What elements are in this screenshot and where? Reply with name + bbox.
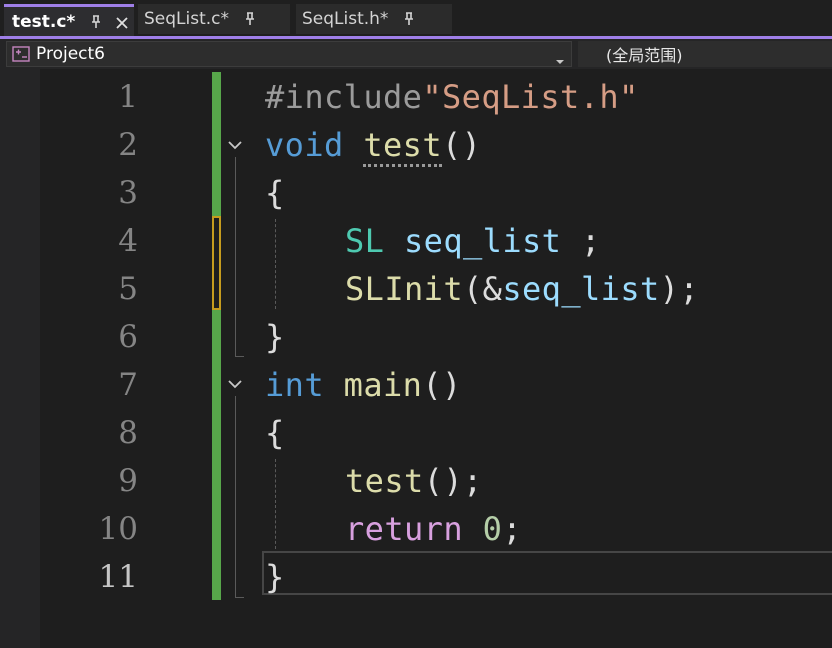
chevron-down-icon[interactable] bbox=[555, 50, 565, 69]
variable-name: seq_list bbox=[502, 270, 660, 308]
punctuation: ; bbox=[502, 510, 523, 548]
scope-label: (全局范围) bbox=[606, 46, 683, 65]
brace: } bbox=[265, 558, 285, 596]
function-name: test bbox=[345, 462, 424, 500]
function-name: main bbox=[343, 366, 423, 404]
document-tab-strip: test.c* SeqList.c* SeqList.h* bbox=[0, 0, 832, 37]
tab-label: SeqList.c* bbox=[144, 9, 230, 29]
fold-region-end bbox=[235, 597, 244, 598]
punctuation: (); bbox=[423, 462, 483, 500]
fold-region-end bbox=[235, 356, 244, 357]
tab-label: SeqList.h* bbox=[302, 9, 389, 29]
variable-name: seq_list bbox=[404, 222, 562, 260]
navigation-bar: Project6 (全局范围) bbox=[0, 39, 832, 69]
line-number: 4 bbox=[118, 223, 138, 259]
fold-collapse-icon[interactable] bbox=[227, 376, 243, 392]
line-number: 3 bbox=[118, 175, 138, 211]
code-line-10: return 0; bbox=[345, 505, 522, 553]
preprocessor-directive: #include bbox=[265, 78, 423, 116]
line-number: 1 bbox=[118, 79, 138, 115]
fold-region-line bbox=[235, 157, 236, 356]
code-line-1: #include"SeqList.h" bbox=[265, 73, 639, 121]
indent-guide bbox=[275, 219, 276, 309]
line-number: 10 bbox=[98, 511, 138, 547]
saved-change-bar bbox=[212, 310, 221, 600]
pin-icon[interactable] bbox=[243, 12, 257, 26]
fold-collapse-icon[interactable] bbox=[227, 137, 243, 153]
pin-icon[interactable] bbox=[402, 12, 416, 26]
punctuation: (& bbox=[463, 270, 503, 308]
tab-seqlist-h[interactable]: SeqList.h* bbox=[296, 4, 452, 34]
code-line-6: } bbox=[265, 313, 285, 361]
saved-change-bar bbox=[212, 72, 221, 216]
scope-dropdown[interactable]: (全局范围) bbox=[578, 41, 832, 67]
code-line-4: SL seq_list ; bbox=[345, 217, 601, 265]
unsaved-change-bar bbox=[212, 216, 221, 310]
code-line-7: int main() bbox=[265, 361, 462, 409]
line-number: 8 bbox=[118, 415, 138, 451]
code-line-8: { bbox=[265, 409, 285, 457]
control-keyword: return bbox=[345, 510, 463, 548]
punctuation: ); bbox=[659, 270, 700, 308]
function-name: test bbox=[363, 126, 443, 167]
code-line-3: { bbox=[265, 169, 285, 217]
line-number: 9 bbox=[118, 463, 138, 499]
punctuation: () bbox=[442, 126, 482, 164]
tab-seqlist-c[interactable]: SeqList.c* bbox=[138, 4, 290, 34]
number-literal: 0 bbox=[482, 510, 503, 548]
line-number-gutter: 1 2 3 4 5 6 7 8 9 10 11 bbox=[40, 69, 210, 648]
punctuation: () bbox=[422, 366, 462, 404]
current-line-highlight bbox=[262, 551, 832, 595]
line-number: 5 bbox=[118, 271, 138, 307]
brace: } bbox=[265, 318, 285, 356]
brace: { bbox=[265, 414, 285, 452]
function-name: SLInit bbox=[345, 270, 463, 308]
project-dropdown[interactable]: Project6 bbox=[6, 41, 572, 67]
fold-region-line bbox=[235, 396, 236, 597]
include-path: "SeqList.h" bbox=[422, 78, 639, 116]
code-line-2: void test() bbox=[265, 121, 481, 169]
line-number: 2 bbox=[118, 127, 138, 163]
code-line-9: test(); bbox=[345, 457, 483, 505]
type-name: SL bbox=[345, 222, 385, 260]
line-number: 7 bbox=[118, 367, 138, 403]
indent-guide bbox=[275, 459, 276, 549]
line-number: 6 bbox=[118, 319, 138, 355]
glyph-margin bbox=[0, 69, 40, 648]
project-icon bbox=[12, 46, 30, 62]
pin-icon[interactable] bbox=[89, 14, 103, 29]
code-editor[interactable]: 1 2 3 4 5 6 7 8 9 10 11 #include"SeqList… bbox=[0, 69, 832, 648]
tab-test-c[interactable]: test.c* bbox=[4, 4, 134, 36]
tab-label: test.c* bbox=[12, 11, 76, 32]
keyword: void bbox=[265, 126, 344, 164]
code-line-5: SLInit(&seq_list); bbox=[345, 265, 699, 313]
close-icon[interactable] bbox=[115, 15, 129, 29]
brace: { bbox=[265, 174, 285, 212]
punctuation: ; bbox=[561, 222, 601, 260]
keyword: int bbox=[265, 366, 324, 404]
code-line-11: } bbox=[265, 553, 285, 601]
line-number-current: 11 bbox=[98, 559, 138, 595]
project-label: Project6 bbox=[36, 44, 105, 64]
